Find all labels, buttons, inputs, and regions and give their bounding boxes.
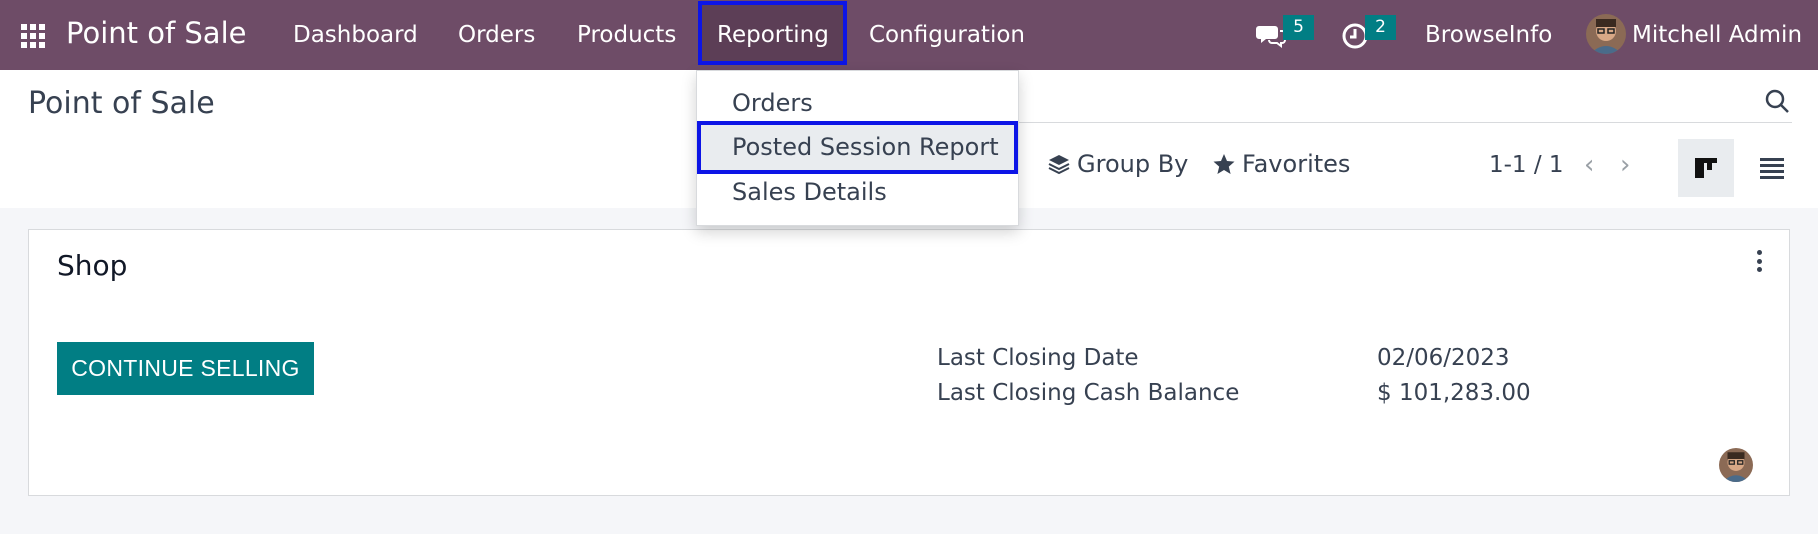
nav-products[interactable]: Products [577, 22, 676, 48]
kanban-view-button[interactable] [1678, 139, 1734, 197]
last-closing-cash-label: Last Closing Cash Balance [937, 380, 1240, 406]
pager-value[interactable]: 1-1 / 1 [1489, 152, 1564, 178]
chat-icon[interactable] [1256, 22, 1286, 52]
layers-icon [1048, 155, 1070, 175]
kanban-icon [1695, 158, 1717, 178]
star-icon [1213, 154, 1235, 174]
search-icon[interactable] [1764, 88, 1790, 118]
top-navbar: Point of Sale Dashboard Orders Products … [0, 0, 1818, 70]
user-avatar[interactable] [1586, 14, 1626, 54]
page-title: Point of Sale [28, 86, 215, 121]
last-closing-date-value: 02/06/2023 [1377, 345, 1510, 371]
list-icon [1760, 158, 1784, 179]
group-by-button[interactable]: Group By [1047, 150, 1188, 178]
app-brand[interactable]: Point of Sale [66, 16, 246, 50]
favorites-label: Favorites [1242, 150, 1351, 178]
pager-previous-icon[interactable]: ‹ [1584, 150, 1594, 180]
pos-config-card: Shop CONTINUE SELLING Last Closing Date … [28, 229, 1790, 496]
company-switcher[interactable]: BrowseInfo [1425, 22, 1552, 48]
messages-badge: 5 [1283, 15, 1314, 40]
search-input[interactable] [1010, 122, 1792, 123]
nav-reporting[interactable]: Reporting [717, 22, 829, 48]
last-closing-cash-value: $ 101,283.00 [1377, 380, 1531, 406]
app-menu-grid-icon[interactable] [21, 24, 45, 48]
menu-item-posted-session-report[interactable]: Posted Session Report [732, 133, 999, 161]
card-menu-icon[interactable] [1755, 250, 1763, 272]
user-name[interactable]: Mitchell Admin [1632, 22, 1802, 48]
pager-next-icon[interactable]: › [1620, 150, 1630, 180]
favorites-button[interactable]: Favorites [1212, 150, 1350, 178]
nav-orders[interactable]: Orders [458, 22, 535, 48]
last-closing-date-label: Last Closing Date [937, 345, 1139, 371]
nav-configuration[interactable]: Configuration [869, 22, 1025, 48]
reporting-dropdown-menu: Orders Posted Session Report Sales Detai… [696, 70, 1019, 226]
responsible-avatar [1719, 448, 1753, 482]
list-view-button[interactable] [1744, 139, 1800, 197]
menu-item-sales-details[interactable]: Sales Details [732, 178, 887, 206]
card-title: Shop [57, 249, 128, 282]
continue-selling-button[interactable]: CONTINUE SELLING [57, 342, 314, 395]
group-by-label: Group By [1077, 150, 1189, 178]
menu-item-orders-report[interactable]: Orders [732, 89, 813, 117]
nav-dashboard[interactable]: Dashboard [293, 22, 418, 48]
activities-badge: 2 [1365, 15, 1396, 40]
